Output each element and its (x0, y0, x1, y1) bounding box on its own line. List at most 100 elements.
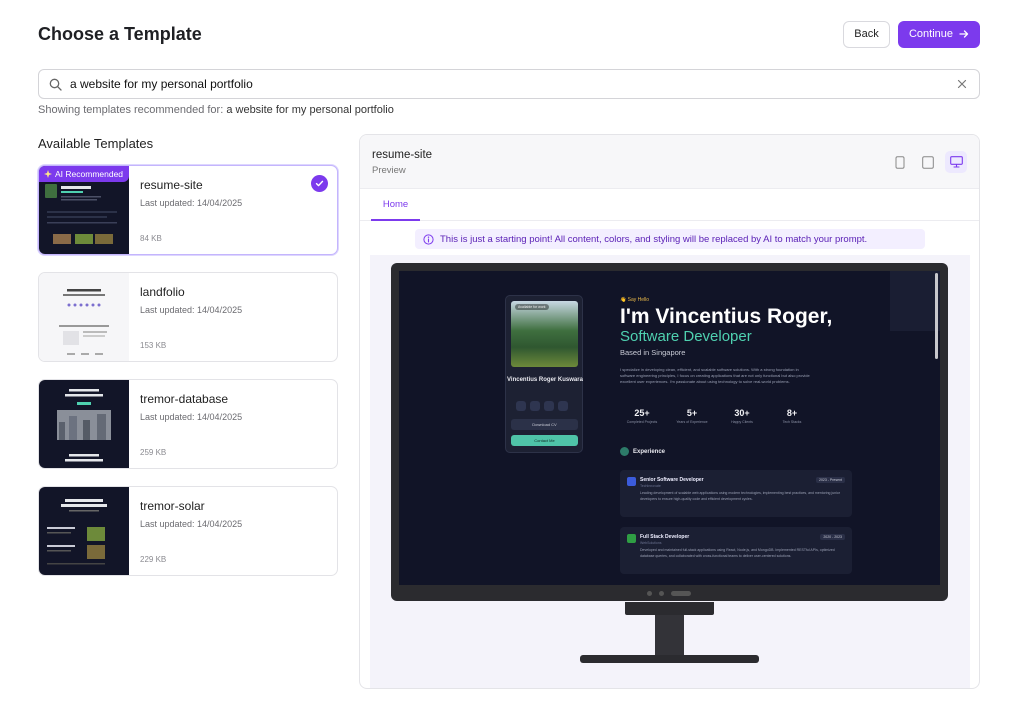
available-badge: Available for work (515, 304, 549, 310)
stat-value: 5+ (686, 408, 698, 418)
preview-scrollbar[interactable] (935, 273, 938, 359)
template-chooser-page: Choose a Template Back Continue Showing … (0, 0, 1024, 714)
company-icon (627, 534, 636, 543)
template-name: resume-site (140, 178, 203, 192)
template-info: landfolio Last updated: 14/04/2025 153 K… (129, 273, 337, 361)
stats-row: 25+ Completed Projects 5+ Years of Exper… (623, 408, 811, 424)
hint-query: a website for my personal portfolio (226, 104, 394, 116)
preview-subtitle: Preview (372, 165, 406, 176)
template-info: tremor-solar Last updated: 14/04/2025 22… (129, 487, 337, 575)
phone-icon (895, 155, 905, 169)
desktop-view-button[interactable] (945, 151, 967, 173)
hero-bio: I specialize in developing clean, effici… (620, 367, 810, 384)
ai-badge-label: AI Recommended (55, 169, 124, 179)
experience-text: Developed and maintained full-stack appl… (640, 548, 835, 558)
preview-panel: resume-site Preview Home This is just a … (359, 134, 980, 689)
template-thumbnail (39, 273, 129, 361)
stat: 25+ Completed Projects (623, 408, 661, 424)
experience-title: Senior Software Developer (640, 477, 704, 483)
hero-location: Based in Singapore (620, 348, 686, 357)
continue-label: Continue (908, 28, 954, 40)
profile-card: Available for work Vincentius Roger Kusw… (505, 295, 583, 453)
monitor-stand (655, 615, 684, 655)
experience-heading-label: Experience (633, 448, 666, 455)
clear-search-button[interactable] (955, 77, 969, 91)
experience-item: Senior Software Developer TechInnovate 2… (620, 470, 852, 517)
hint-prefix: Showing templates recommended for: (38, 104, 224, 116)
monitor-neck-top (625, 602, 714, 615)
template-updated: Last updated: 14/04/2025 (140, 519, 243, 529)
tab-home[interactable]: Home (371, 189, 420, 221)
template-card-resume-site[interactable]: AI Recommended resume-site Last updated:… (38, 165, 338, 255)
template-thumbnail (39, 487, 129, 575)
experience-dates: 2023 - Present (816, 477, 845, 483)
experience-text: Leading development of scalable web appl… (640, 491, 841, 501)
profile-photo (511, 301, 578, 367)
download-cv-button[interactable]: Download CV (511, 419, 578, 430)
thumbnail-image (57, 389, 111, 462)
template-name: tremor-solar (140, 499, 205, 513)
header: Choose a Template Back Continue (38, 20, 980, 48)
stat: 8+ Tech Stacks (773, 408, 811, 424)
github-icon[interactable] (530, 401, 540, 411)
hero-headline: I'm Vincentius Roger, (620, 305, 833, 328)
contact-button[interactable]: Contact Me (511, 435, 578, 446)
template-card-tremor-database[interactable]: tremor-database Last updated: 14/04/2025… (38, 379, 338, 469)
bezel-button (647, 591, 652, 596)
experience-title: Full Stack Developer (640, 534, 690, 540)
template-thumbnail (39, 380, 129, 468)
tablet-icon (922, 155, 934, 169)
preview-stage: Available for work Vincentius Roger Kusw… (370, 255, 970, 688)
stat-value: 30+ (734, 408, 750, 418)
preview-title: resume-site (372, 149, 433, 161)
site-preview-screen[interactable]: Available for work Vincentius Roger Kusw… (399, 271, 940, 585)
stat-label: Happy Clients (731, 420, 753, 424)
profile-name: Vincentius Roger Kuswara (507, 377, 583, 383)
bezel-button (671, 591, 691, 596)
page-title: Choose a Template (38, 23, 202, 44)
arrow-right-icon (959, 30, 969, 38)
linkedin-icon[interactable] (516, 401, 526, 411)
device-toggle (889, 151, 967, 173)
continue-button[interactable]: Continue (898, 20, 980, 48)
hero-role: Software Developer (620, 328, 752, 345)
close-icon (957, 79, 967, 89)
template-size: 259 KB (140, 448, 167, 457)
bezel-button (659, 591, 664, 596)
mail-icon[interactable] (558, 401, 568, 411)
template-size: 229 KB (140, 555, 167, 564)
decorative-panel (890, 271, 940, 331)
search-input[interactable] (70, 77, 955, 91)
stat-label: Completed Projects (626, 420, 658, 424)
template-name: tremor-database (140, 392, 229, 406)
search-bar (38, 69, 980, 99)
mobile-view-button[interactable] (889, 151, 911, 173)
template-list: AI Recommended resume-site Last updated:… (38, 165, 338, 593)
desktop-monitor: Available for work Vincentius Roger Kusw… (391, 263, 948, 601)
thumbnail-image (59, 289, 109, 355)
ai-notice: This is just a starting point! All conte… (415, 229, 925, 249)
experience-company: WebSolutions (640, 541, 662, 545)
sparkles-icon (44, 170, 52, 178)
selected-check-icon (311, 175, 328, 192)
thumbnail-image (47, 499, 107, 565)
experience-item: Full Stack Developer WebSolutions 2020 -… (620, 527, 852, 574)
company-icon (627, 477, 636, 486)
experience-company: TechInnovate (640, 484, 661, 488)
social-links (516, 401, 568, 411)
back-button[interactable]: Back (843, 20, 890, 48)
info-icon (423, 233, 434, 245)
template-card-tremor-solar[interactable]: tremor-solar Last updated: 14/04/2025 22… (38, 486, 338, 576)
tablet-view-button[interactable] (917, 151, 939, 173)
stat-label: Years of Experience (676, 420, 708, 424)
twitter-icon[interactable] (544, 401, 554, 411)
template-card-landfolio[interactable]: landfolio Last updated: 14/04/2025 153 K… (38, 272, 338, 362)
template-size: 153 KB (140, 341, 167, 350)
monitor-base (580, 655, 759, 663)
ai-recommended-badge: AI Recommended (39, 166, 130, 182)
experience-heading: Experience (620, 447, 665, 456)
template-info: tremor-database Last updated: 14/04/2025… (129, 380, 337, 468)
stat: 30+ Happy Clients (723, 408, 761, 424)
recommendation-hint: Showing templates recommended for: a web… (38, 104, 394, 116)
briefcase-icon (620, 447, 629, 456)
